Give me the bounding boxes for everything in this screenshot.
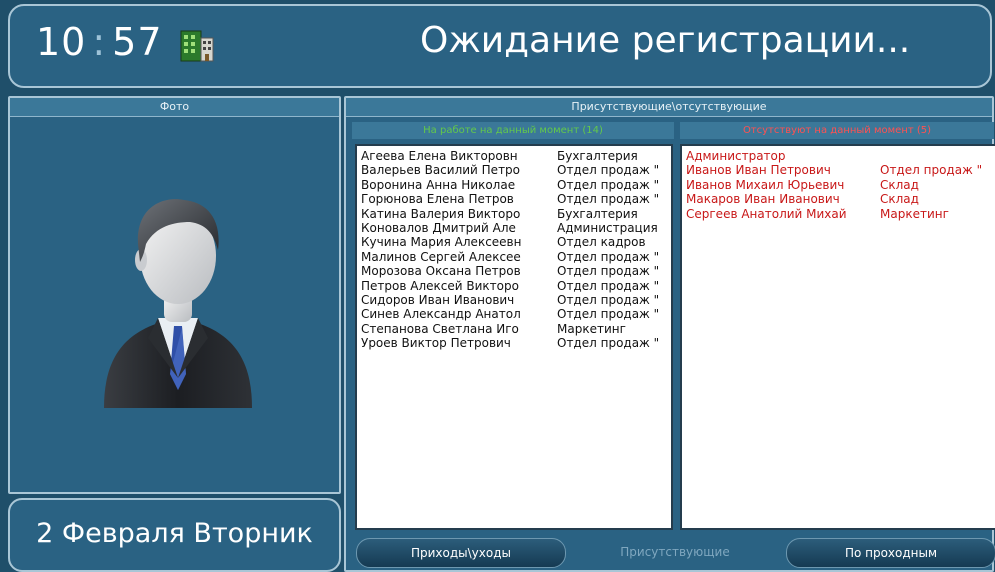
employee-name: Сергеев Анатолий Михай [686, 206, 847, 221]
employee-department: Отдел кадров [557, 235, 646, 250]
list-item[interactable]: Уроев Виктор Петрович Отдел продаж " [361, 336, 671, 350]
photo-panel-title: Фото [10, 98, 339, 117]
building-icon [180, 30, 214, 62]
employee-name: Кучина Мария Алексеевн [361, 235, 522, 250]
presence-panel-title: Присутствующие\отсутствующие [346, 98, 992, 117]
employee-department: Отдел продаж " [557, 177, 660, 192]
employee-department: Отдел продаж " [557, 163, 660, 178]
list-item[interactable]: Малинов Сергей Алексее Отдел продаж " [361, 250, 671, 264]
list-item[interactable]: Горюнова Елена Петров Отдел продаж " [361, 192, 671, 206]
list-item[interactable]: Синев Александр Анатол Отдел продаж " [361, 307, 671, 321]
list-item[interactable]: Иванов Иван Петрович Отдел продаж " [686, 163, 995, 177]
employee-name: Воронина Анна Николае [361, 177, 516, 192]
employee-department: Маркетинг [880, 206, 949, 221]
list-item[interactable]: Агеева Елена Викторовн Бухгалтерия [361, 149, 671, 163]
list-item[interactable]: Иванов Михаил Юрьевич Склад [686, 178, 995, 192]
status-title: Ожидание регистрации... [420, 20, 911, 61]
clock-minutes: 57 [112, 20, 163, 64]
list-item[interactable]: Валерьев Василий Петро Отдел продаж " [361, 163, 671, 177]
absent-column-header: Отсутствуют на данный момент (5) [680, 122, 994, 139]
employee-name: Катина Валерия Викторо [361, 206, 521, 221]
person-avatar [104, 199, 252, 408]
header-bar: 10:57 Ожидание регистрации... [8, 4, 992, 88]
present-column-header: На работе на данный момент (14) [352, 122, 674, 139]
employee-name: Валерьев Василий Петро [361, 163, 521, 178]
employee-department: Отдел продаж " [557, 292, 660, 307]
employee-department: Отдел продаж " [557, 307, 660, 322]
employee-name: Коновалов Дмитрий Але [361, 220, 516, 235]
employee-name: Синев Александр Анатол [361, 307, 521, 322]
tab-by-checkpoints[interactable]: По проходным [786, 538, 995, 568]
employee-name: Уроев Виктор Петрович [361, 336, 511, 351]
employee-department: Маркетинг [557, 321, 626, 336]
employee-department: Отдел продаж " [557, 336, 660, 351]
list-item[interactable]: Катина Валерия Викторо Бухгалтерия [361, 207, 671, 221]
employee-name: Иванов Михаил Юрьевич [686, 177, 845, 192]
employee-name: Горюнова Елена Петров [361, 192, 514, 207]
employee-department: Отдел продаж " [880, 163, 983, 178]
list-item[interactable]: Петров Алексей Викторо Отдел продаж " [361, 279, 671, 293]
employee-name: Малинов Сергей Алексее [361, 249, 521, 264]
list-item[interactable]: Коновалов Дмитрий Але Администрация [361, 221, 671, 235]
employee-department: Бухгалтерия [557, 206, 638, 221]
list-item[interactable]: Администратор [686, 149, 995, 163]
employee-name: Морозова Оксана Петров [361, 264, 521, 279]
clock: 10:57 [36, 20, 163, 64]
employee-department: Отдел продаж " [557, 278, 660, 293]
employee-department: Отдел продаж " [557, 264, 660, 279]
employee-department: Администрация [557, 220, 658, 235]
list-item[interactable]: Кучина Мария Алексеевн Отдел кадров [361, 235, 671, 249]
clock-separator: : [92, 20, 107, 64]
list-item[interactable]: Морозова Оксана Петров Отдел продаж " [361, 264, 671, 278]
absent-employees-list[interactable]: Администратор Иванов Иван Петрович Отдел … [680, 144, 995, 530]
presence-panel: Присутствующие\отсутствующие На работе н… [344, 96, 995, 572]
employee-department: Отдел продаж " [557, 249, 660, 264]
tab-arrivals-departures[interactable]: Приходы\уходы [356, 538, 566, 568]
list-item[interactable]: Степанова Светлана Иго Маркетинг [361, 322, 671, 336]
employee-name: Агеева Елена Викторовн [361, 149, 518, 163]
employee-department: Склад [880, 192, 919, 207]
employee-name: Сидоров Иван Иванович [361, 292, 515, 307]
employee-department: Склад [880, 177, 919, 192]
employee-name: Петров Алексей Викторо [361, 278, 519, 293]
current-date: 2 Февраля Вторник [36, 518, 313, 549]
present-employees-list[interactable]: Агеева Елена Викторовн Бухгалтерия Валерь… [355, 144, 673, 530]
employee-name: Степанова Светлана Иго [361, 321, 519, 336]
date-panel: 2 Февраля Вторник [8, 498, 341, 572]
list-item[interactable]: Макаров Иван Иванович Склад [686, 192, 995, 206]
bottom-tabs: Приходы\уходы Присутствующие По проходны… [350, 538, 995, 568]
employee-department: Бухгалтерия [557, 149, 638, 163]
clock-hours: 10 [36, 20, 87, 64]
list-item[interactable]: Сидоров Иван Иванович Отдел продаж " [361, 293, 671, 307]
list-item[interactable]: Сергеев Анатолий Михай Маркетинг [686, 207, 995, 221]
tab-present: Присутствующие [620, 545, 730, 559]
photo-panel: Фото [8, 96, 341, 494]
employee-department: Отдел продаж " [557, 192, 660, 207]
list-item[interactable]: Воронина Анна Николае Отдел продаж " [361, 178, 671, 192]
employee-name: Администратор [686, 149, 786, 163]
employee-name: Иванов Иван Петрович [686, 163, 831, 178]
employee-name: Макаров Иван Иванович [686, 192, 840, 207]
